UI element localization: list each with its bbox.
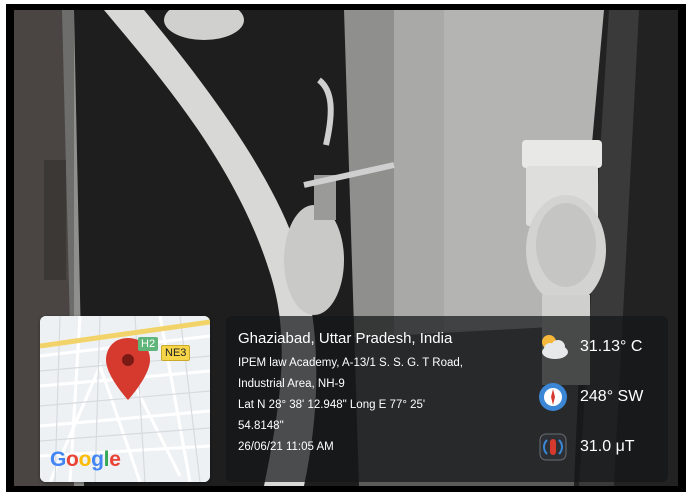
map-thumbnail[interactable]: H2 NE3 Google (40, 316, 210, 482)
magnet-field-icon (539, 433, 567, 461)
timestamp: 26/06/21 11:05 AM (238, 441, 334, 453)
temperature-metric: 31.13° C (526, 330, 666, 370)
magnetic-value: 31.0 μT (580, 438, 635, 455)
address-line-1: IPEM law Academy, A-13/1 S. S. G. T Road… (238, 357, 463, 369)
road-badge-h2: H2 (138, 337, 159, 351)
google-logo: Google (50, 448, 121, 471)
address-line-2: Industrial Area, NH-9 (238, 378, 345, 390)
photo-frame: H2 NE3 Google Ghaziabad, Uttar Pradesh, … (6, 4, 686, 492)
coordinates-line: Lat N 28° 38' 12.948" Long E 77° 25' (238, 399, 426, 411)
coordinates-line-continued: 54.8148" (238, 420, 284, 432)
cloud-sun-icon (542, 335, 568, 359)
wind-metric: 248° SW (526, 380, 666, 420)
bathroom-photo: H2 NE3 Google Ghaziabad, Uttar Pradesh, … (14, 10, 678, 486)
magnetic-metric: 31.0 μT (526, 430, 666, 470)
address-block: Ghaziabad, Uttar Pradesh, India IPEM law… (238, 330, 528, 458)
road-badge-ne3: NE3 (161, 345, 191, 361)
city-title: Ghaziabad, Uttar Pradesh, India (238, 330, 453, 347)
compass-icon (539, 383, 567, 411)
wind-value: 248° SW (580, 388, 644, 405)
geotag-info-panel: Ghaziabad, Uttar Pradesh, India IPEM law… (226, 316, 668, 482)
temperature-value: 31.13° C (580, 338, 643, 355)
